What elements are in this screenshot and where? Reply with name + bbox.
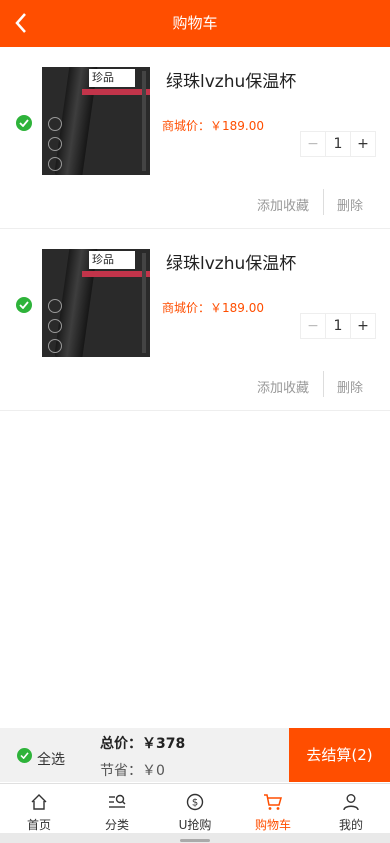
tab-home[interactable]: 首页 bbox=[0, 784, 78, 833]
tab-flash-sale[interactable]: $ U抢购 bbox=[156, 784, 234, 833]
tab-profile[interactable]: 我的 bbox=[312, 784, 390, 833]
add-favorite-button[interactable]: 添加收藏 bbox=[257, 377, 309, 396]
select-all-label[interactable]: 全选 bbox=[37, 749, 65, 769]
quantity-value[interactable]: 1 bbox=[326, 314, 350, 338]
thumb-tag: 珍品 bbox=[89, 251, 135, 269]
thumb-tag: 珍品 bbox=[89, 69, 135, 87]
page-title: 购物车 bbox=[172, 14, 218, 32]
checkbox-checked-icon[interactable] bbox=[16, 297, 32, 313]
tab-category[interactable]: 分类 bbox=[78, 784, 156, 833]
product-thumbnail[interactable]: 珍品 bbox=[42, 67, 150, 175]
home-indicator bbox=[180, 839, 210, 842]
delete-button[interactable]: 删除 bbox=[337, 377, 363, 396]
total-price: 总价：￥378 bbox=[100, 736, 186, 752]
top-bar: 购物车 bbox=[0, 0, 390, 47]
coin-icon: $ bbox=[185, 792, 205, 812]
decrease-button[interactable]: − bbox=[301, 132, 326, 156]
quantity-stepper: − 1 + bbox=[300, 313, 376, 339]
increase-button[interactable]: + bbox=[350, 314, 375, 338]
increase-button[interactable]: + bbox=[350, 132, 375, 156]
divider bbox=[323, 189, 324, 215]
divider bbox=[323, 371, 324, 397]
decrease-button[interactable]: − bbox=[301, 314, 326, 338]
product-price: 商城价：￥189.00 bbox=[162, 301, 265, 315]
quantity-value[interactable]: 1 bbox=[326, 132, 350, 156]
select-all-check-icon[interactable] bbox=[17, 748, 32, 763]
category-icon bbox=[107, 792, 127, 812]
checkout-button[interactable]: 去结算(2) bbox=[289, 728, 390, 782]
checkout-bar: 全选 总价：￥378 节省：￥0 去结算(2) bbox=[0, 728, 390, 782]
product-price: 商城价：￥189.00 bbox=[162, 119, 265, 133]
cart-icon bbox=[263, 792, 283, 812]
add-favorite-button[interactable]: 添加收藏 bbox=[257, 195, 309, 214]
product-thumbnail[interactable]: 珍品 bbox=[42, 249, 150, 357]
saved-amount: 节省：￥0 bbox=[100, 763, 165, 779]
cart-item: 珍品 绿珠lvzhu保温杯 商城价：￥189.00 − 1 + 添加收藏 删除 bbox=[0, 229, 390, 411]
cart-item: 珍品 绿珠lvzhu保温杯 商城价：￥189.00 − 1 + 添加收藏 删除 bbox=[0, 47, 390, 229]
checkbox-checked-icon[interactable] bbox=[16, 115, 32, 131]
home-icon bbox=[29, 792, 49, 812]
product-name[interactable]: 绿珠lvzhu保温杯 bbox=[166, 249, 296, 274]
product-name[interactable]: 绿珠lvzhu保温杯 bbox=[166, 67, 296, 92]
svg-text:$: $ bbox=[192, 798, 198, 809]
bottom-tab-bar: 首页 分类 $ U抢购 购物车 我的 bbox=[0, 783, 390, 833]
delete-button[interactable]: 删除 bbox=[337, 195, 363, 214]
tab-cart[interactable]: 购物车 bbox=[234, 784, 312, 833]
quantity-stepper: − 1 + bbox=[300, 131, 376, 157]
user-icon bbox=[341, 792, 361, 812]
